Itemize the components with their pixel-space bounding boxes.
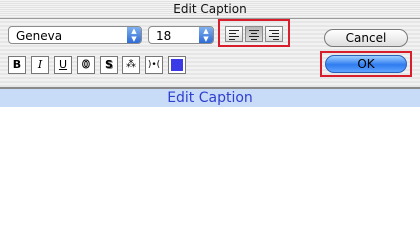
align-center-button[interactable] (245, 26, 263, 42)
color-swatch-fill (171, 59, 183, 71)
align-right-button[interactable] (265, 26, 283, 42)
caption-editor[interactable]: Edit Caption (0, 89, 420, 252)
cancel-button[interactable]: Cancel (324, 29, 408, 47)
shadow-button[interactable]: S (100, 56, 118, 74)
italic-button[interactable]: I (31, 56, 49, 74)
condense-button[interactable]: ⁂ (122, 56, 140, 74)
caption-text[interactable]: Edit Caption (0, 89, 420, 107)
size-select-value: 18 (156, 29, 172, 43)
toolbar: Geneva ▲ ▼ 18 ▲ ▼ Cancel OK B I U 0 S ⁂ … (0, 19, 420, 89)
size-select[interactable]: 18 ▲ ▼ (148, 26, 214, 44)
alignment-group (218, 19, 290, 47)
window-title: Edit Caption (0, 0, 420, 19)
updown-arrows-icon: ▲ ▼ (199, 27, 213, 43)
font-select-value: Geneva (16, 29, 63, 43)
bold-button[interactable]: B (8, 56, 26, 74)
updown-arrows-icon: ▲ ▼ (127, 27, 141, 43)
font-select[interactable]: Geneva ▲ ▼ (8, 26, 142, 44)
text-color-swatch[interactable] (168, 56, 186, 74)
outline-button[interactable]: 0 (77, 56, 95, 74)
ok-button[interactable]: OK (325, 55, 407, 73)
ok-button-frame: OK (320, 51, 412, 77)
align-left-button[interactable] (225, 26, 243, 42)
underline-button[interactable]: U (54, 56, 72, 74)
extend-button[interactable]: )•( (145, 56, 163, 74)
